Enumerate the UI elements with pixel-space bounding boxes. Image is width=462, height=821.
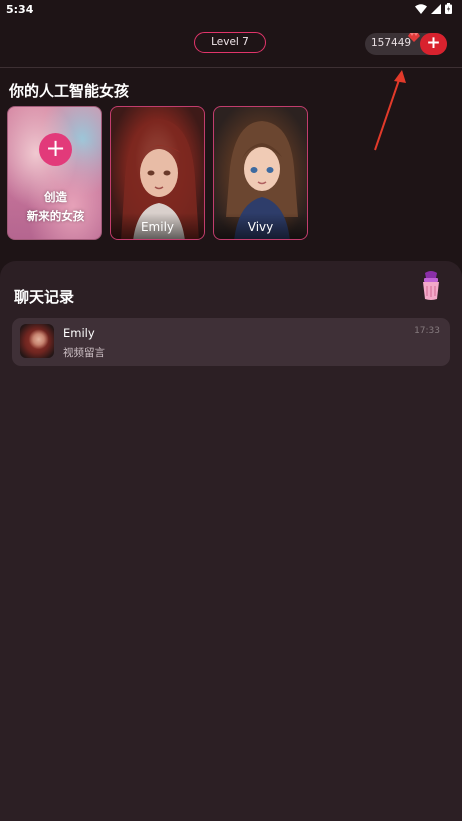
coin-balance[interactable]: 157449 + bbox=[365, 33, 447, 55]
signal-icon bbox=[431, 3, 441, 14]
create-plus-icon: + bbox=[39, 133, 72, 166]
coin-count: 157449 bbox=[371, 37, 412, 49]
create-label-line1: 创造 bbox=[44, 190, 67, 204]
ai-girls-title: 你的人工智能女孩 bbox=[9, 82, 130, 100]
header-divider bbox=[0, 67, 462, 68]
clear-history-icon[interactable] bbox=[418, 269, 444, 301]
chat-list-item[interactable]: Emily 视频留言 17:33 bbox=[12, 318, 450, 366]
chat-timestamp: 17:33 bbox=[414, 326, 440, 336]
status-bar: 5:34 bbox=[0, 0, 462, 20]
annotation-arrow bbox=[374, 70, 406, 151]
girl-card-name: Vivy bbox=[214, 213, 307, 239]
chat-history-title: 聊天记录 bbox=[14, 288, 75, 306]
chat-last-message: 视频留言 bbox=[63, 347, 105, 359]
girl-card-emily[interactable]: Emily bbox=[110, 106, 205, 240]
girl-card-name: Emily bbox=[111, 213, 204, 239]
chat-history-panel: 聊天记录 Emily 视频留言 17:33 bbox=[0, 261, 462, 821]
status-time: 5:34 bbox=[6, 3, 34, 16]
create-girl-card[interactable]: + 创造 新来的女孩 bbox=[7, 106, 102, 240]
level-badge[interactable]: Level 7 bbox=[194, 32, 266, 53]
girl-card-vivy[interactable]: Vivy bbox=[213, 106, 308, 240]
avatar bbox=[20, 324, 54, 358]
create-label-line2: 新来的女孩 bbox=[26, 209, 85, 223]
wifi-icon bbox=[415, 3, 427, 14]
system-icons bbox=[415, 3, 452, 14]
battery-icon bbox=[445, 3, 452, 14]
ruby-gem-icon bbox=[408, 33, 420, 42]
chat-contact-name: Emily bbox=[63, 326, 95, 340]
add-coins-button[interactable]: + bbox=[420, 33, 447, 55]
